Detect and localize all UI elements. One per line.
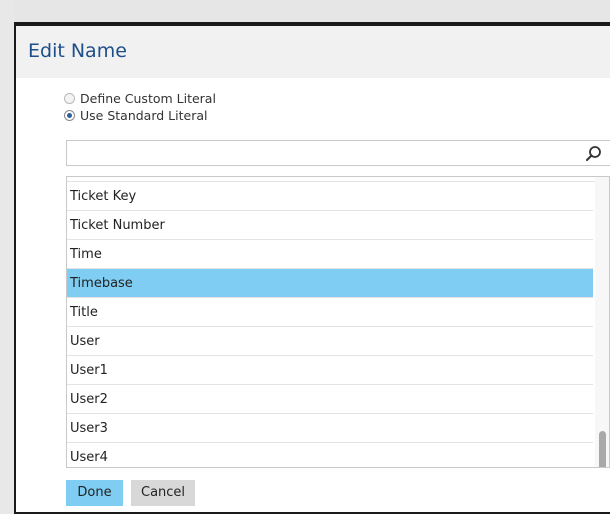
radio-label: Use Standard Literal	[80, 108, 208, 123]
list-scrollbar[interactable]	[595, 177, 609, 467]
background-window-edge	[0, 0, 14, 514]
list-item[interactable]: User1	[67, 356, 593, 385]
search-icon[interactable]	[585, 145, 603, 163]
list-item[interactable]: Ticket Key	[67, 182, 593, 211]
list-item[interactable]: User4	[67, 443, 593, 467]
dialog-title-bar: Edit Name	[16, 26, 610, 78]
background-window-strip	[0, 0, 610, 22]
list-item-selected[interactable]: Timebase	[67, 269, 593, 298]
radio-define-custom-literal[interactable]: Define Custom Literal	[64, 90, 216, 107]
list-item[interactable]: User3	[67, 414, 593, 443]
literal-type-radio-group: Define Custom Literal Use Standard Liter…	[64, 90, 216, 124]
dialog-title: Edit Name	[28, 40, 127, 62]
edit-name-dialog: Edit Name Define Custom Literal Use Stan…	[14, 22, 610, 514]
list-item[interactable]: User2	[67, 385, 593, 414]
radio-use-standard-literal[interactable]: Use Standard Literal	[64, 107, 216, 124]
list-item[interactable]: Title	[67, 298, 593, 327]
radio-label: Define Custom Literal	[80, 91, 216, 106]
search-box	[66, 140, 610, 166]
scrollbar-thumb[interactable]	[599, 431, 606, 467]
list-item[interactable]: Time	[67, 240, 593, 269]
done-button[interactable]: Done	[66, 480, 123, 506]
literal-list[interactable]: Ticket Key Ticket Number Time Timebase T…	[66, 176, 610, 468]
list-item[interactable]: Ticket Number	[67, 211, 593, 240]
search-input[interactable]	[67, 141, 577, 165]
radio-button-icon[interactable]	[64, 93, 75, 104]
list-item[interactable]: User	[67, 327, 593, 356]
cancel-button[interactable]: Cancel	[131, 480, 195, 506]
radio-button-checked-icon[interactable]	[64, 110, 75, 121]
